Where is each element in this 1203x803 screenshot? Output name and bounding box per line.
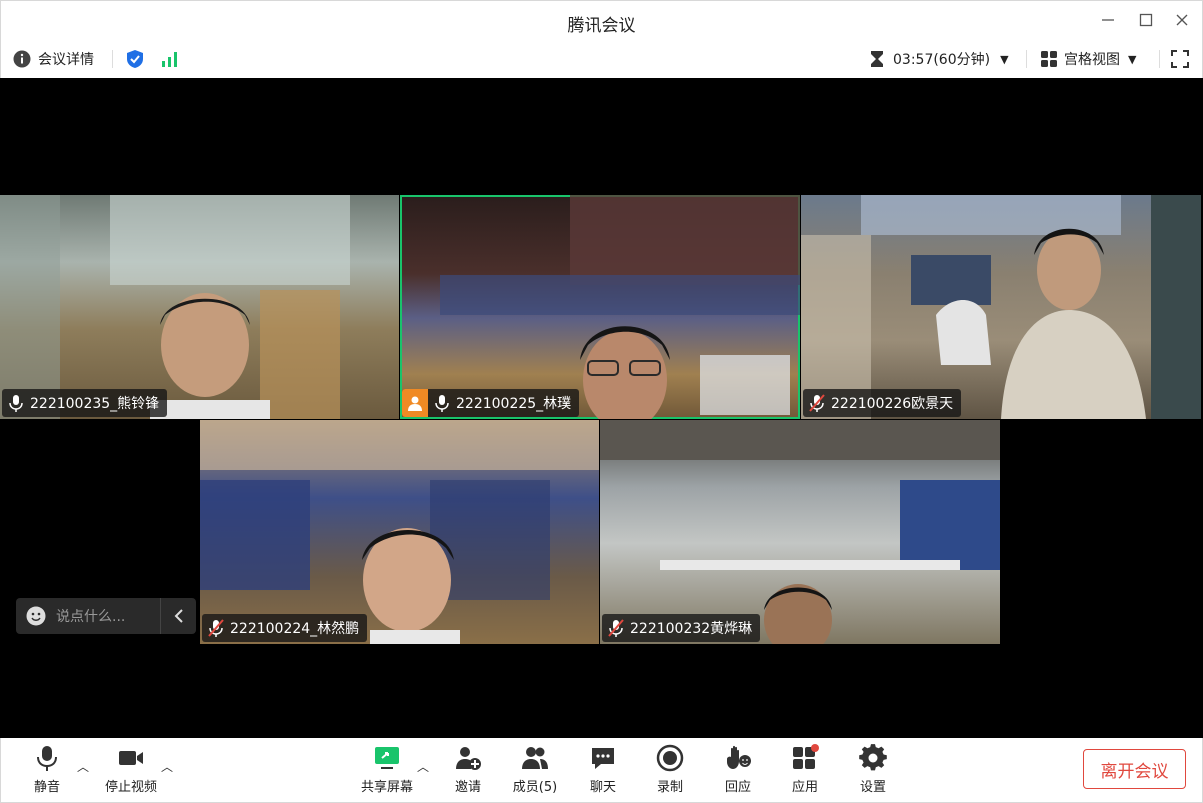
share-screen-button[interactable]: 共享屏幕	[355, 744, 419, 798]
chevron-down-icon: ▼	[1128, 52, 1137, 66]
mute-label: 静音	[33, 780, 60, 795]
participant-nametag: 222100224_林然鹏	[202, 614, 368, 642]
timer-text: 03:57(60分钟)	[893, 52, 991, 68]
share-screen-label: 共享屏幕	[360, 780, 413, 795]
maximize-icon	[1139, 13, 1153, 27]
minimize-button[interactable]	[1095, 9, 1121, 31]
microphone-icon	[37, 746, 57, 771]
video-feed	[440, 195, 800, 419]
settings-button[interactable]: 设置	[841, 744, 905, 798]
participant-nametag: 222100232黄烨琳	[602, 614, 761, 642]
microphone-muted-icon	[208, 619, 224, 637]
chevron-left-icon	[174, 609, 183, 623]
chat-input[interactable]: 说点什么...	[56, 606, 160, 626]
stop-video-button[interactable]: 停止视频	[99, 744, 163, 798]
audio-options-caret[interactable]: ︿	[77, 758, 89, 775]
microphone-muted-icon	[809, 394, 825, 412]
stop-video-label: 停止视频	[104, 780, 157, 795]
divider	[1026, 50, 1027, 68]
add-user-icon	[456, 747, 481, 770]
react-button[interactable]: 回应	[706, 744, 770, 798]
invite-button[interactable]: 邀请	[436, 744, 500, 798]
quick-chat-box[interactable]: 说点什么...	[16, 598, 196, 634]
fullscreen-icon	[1171, 50, 1189, 68]
gear-icon	[859, 744, 887, 771]
emoji-icon[interactable]	[26, 606, 46, 626]
info-icon	[13, 50, 31, 68]
view-mode-dropdown[interactable]: 宫格视图 ▼	[1041, 48, 1136, 70]
video-tile[interactable]: 222100235_熊铃锋	[0, 195, 399, 419]
security-shield[interactable]	[126, 48, 144, 70]
microphone-muted-icon	[608, 619, 624, 637]
participant-name: 222100235_熊铃锋	[30, 396, 160, 412]
host-person-icon	[408, 396, 422, 411]
meeting-toolbar: 静音 ︿ 停止视频 ︿ 共享屏幕 ︿ 邀请 成员(5) 聊天 录制 回应 应用 …	[0, 738, 1203, 803]
video-tile[interactable]: 222100224_林然鹏	[200, 420, 599, 644]
meeting-details-label: 会议详情	[38, 52, 94, 68]
apps-label: 应用	[791, 780, 818, 795]
record-button[interactable]: 录制	[638, 744, 702, 798]
video-tile[interactable]: 222100226欧景天	[801, 195, 1201, 419]
video-feed	[200, 420, 599, 644]
record-icon	[656, 744, 684, 772]
record-label: 录制	[656, 780, 683, 795]
settings-label: 设置	[859, 780, 886, 795]
close-icon	[1176, 14, 1188, 26]
invite-label: 邀请	[454, 780, 481, 795]
video-tile[interactable]: 222100232黄烨琳	[600, 420, 1000, 644]
apps-icon	[793, 744, 819, 769]
signal-bars-icon	[162, 52, 177, 67]
grid-view-icon	[1041, 51, 1057, 67]
host-badge	[402, 389, 428, 417]
video-feed	[801, 195, 1201, 419]
close-button[interactable]	[1169, 9, 1195, 31]
meeting-details-button[interactable]: 会议详情	[13, 48, 94, 70]
video-feed	[600, 420, 1000, 644]
participant-nametag: 222100225_林璞	[402, 389, 580, 417]
leave-meeting-button[interactable]: 离开会议	[1083, 749, 1186, 789]
chat-label: 聊天	[589, 780, 616, 795]
mute-button[interactable]: 静音	[15, 744, 79, 798]
collapse-chat-button[interactable]	[160, 598, 196, 634]
maximize-button[interactable]	[1133, 9, 1159, 31]
title-bar: 腾讯会议	[0, 0, 1203, 40]
fullscreen-button[interactable]	[1171, 48, 1189, 70]
participant-name: 222100225_林璞	[456, 396, 572, 412]
members-button[interactable]: 成员(5)	[503, 744, 567, 798]
video-camera-icon	[119, 751, 143, 765]
divider	[1159, 50, 1160, 68]
share-screen-icon	[375, 747, 399, 769]
members-label: 成员(5)	[512, 780, 558, 795]
participant-nametag: 222100226欧景天	[803, 389, 962, 417]
chat-bubble-icon	[592, 748, 614, 769]
network-status[interactable]	[161, 48, 179, 70]
participant-name: 222100232黄烨琳	[630, 621, 753, 637]
microphone-icon	[9, 395, 23, 412]
participant-name: 222100224_林然鹏	[230, 621, 360, 637]
members-icon	[522, 747, 548, 769]
video-tile-active-speaker[interactable]: 222100225_林璞	[400, 195, 800, 419]
chat-button[interactable]: 聊天	[571, 744, 635, 798]
view-mode-label: 宫格视图	[1064, 52, 1120, 68]
react-label: 回应	[724, 780, 751, 795]
share-options-caret[interactable]: ︿	[417, 758, 429, 775]
apps-button[interactable]: 应用	[773, 744, 837, 798]
microphone-icon	[435, 395, 449, 412]
video-grid: 222100235_熊铃锋 222100225_林璞 222100226欧景天 …	[0, 78, 1203, 738]
divider	[112, 50, 113, 68]
hourglass-icon	[871, 51, 883, 67]
meeting-timer[interactable]: 03:57(60分钟) ▼	[869, 48, 1009, 70]
meeting-info-bar: 会议详情 03:57(60分钟) ▼ 宫格视图 ▼	[0, 40, 1203, 78]
video-feed	[0, 195, 350, 419]
participant-nametag: 222100235_熊铃锋	[2, 389, 168, 417]
raise-hand-icon	[727, 745, 751, 769]
window-title: 腾讯会议	[567, 16, 636, 36]
video-options-caret[interactable]: ︿	[161, 758, 173, 775]
chevron-down-icon: ▼	[1000, 52, 1009, 66]
minimize-icon	[1102, 19, 1114, 21]
shield-check-icon	[127, 50, 143, 68]
participant-name: 222100226欧景天	[831, 396, 954, 412]
